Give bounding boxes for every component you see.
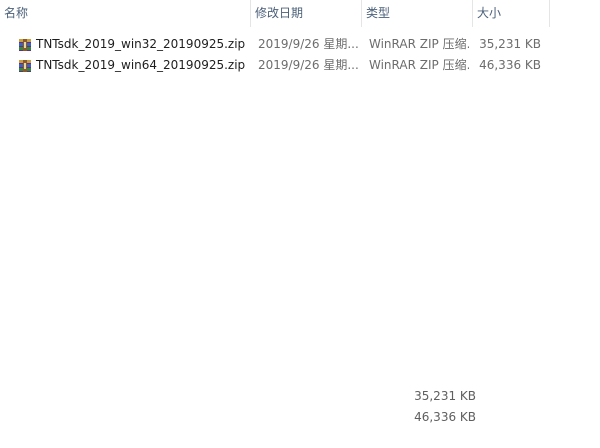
file-type-cell: WinRAR ZIP 压缩... bbox=[369, 37, 469, 51]
file-name: TNTsdk_2019_win32_20190925.zip bbox=[36, 37, 246, 51]
file-size-cell: 46,336 KB bbox=[479, 58, 541, 72]
column-header-name[interactable]: 名称 bbox=[0, 0, 250, 27]
column-header-size[interactable]: 大小 bbox=[473, 0, 549, 27]
column-header-row: ˄ 名称 修改日期 类型 大小 bbox=[0, 0, 600, 27]
file-date-cell: 2019/9/26 星期... bbox=[258, 37, 358, 51]
file-name-cell[interactable]: TNTsdk_2019_win32_20190925.zip bbox=[18, 35, 250, 54]
file-size-cell: 35,231 KB bbox=[479, 37, 541, 51]
winrar-zip-icon bbox=[19, 38, 31, 51]
summary-size: 35,231 KB bbox=[414, 389, 476, 403]
file-date-cell: 2019/9/26 星期... bbox=[258, 58, 358, 72]
winrar-zip-icon bbox=[19, 59, 31, 72]
file-row[interactable]: TNTsdk_2019_win32_20190925.zip 2019/9/26… bbox=[0, 35, 600, 54]
file-row[interactable]: TNTsdk_2019_win64_20190925.zip 2019/9/26… bbox=[0, 56, 600, 75]
column-header-date[interactable]: 修改日期 bbox=[251, 0, 361, 27]
file-name-cell[interactable]: TNTsdk_2019_win64_20190925.zip bbox=[18, 56, 250, 75]
file-type-cell: WinRAR ZIP 压缩... bbox=[369, 58, 469, 72]
file-explorer-window: ˄ 名称 修改日期 类型 大小 TNTsdk_2019_win32_201909… bbox=[0, 0, 600, 448]
file-name: TNTsdk_2019_win64_20190925.zip bbox=[36, 58, 246, 72]
column-header-type[interactable]: 类型 bbox=[362, 0, 472, 27]
summary-size: 46,336 KB bbox=[414, 410, 476, 424]
column-divider[interactable] bbox=[549, 0, 550, 27]
